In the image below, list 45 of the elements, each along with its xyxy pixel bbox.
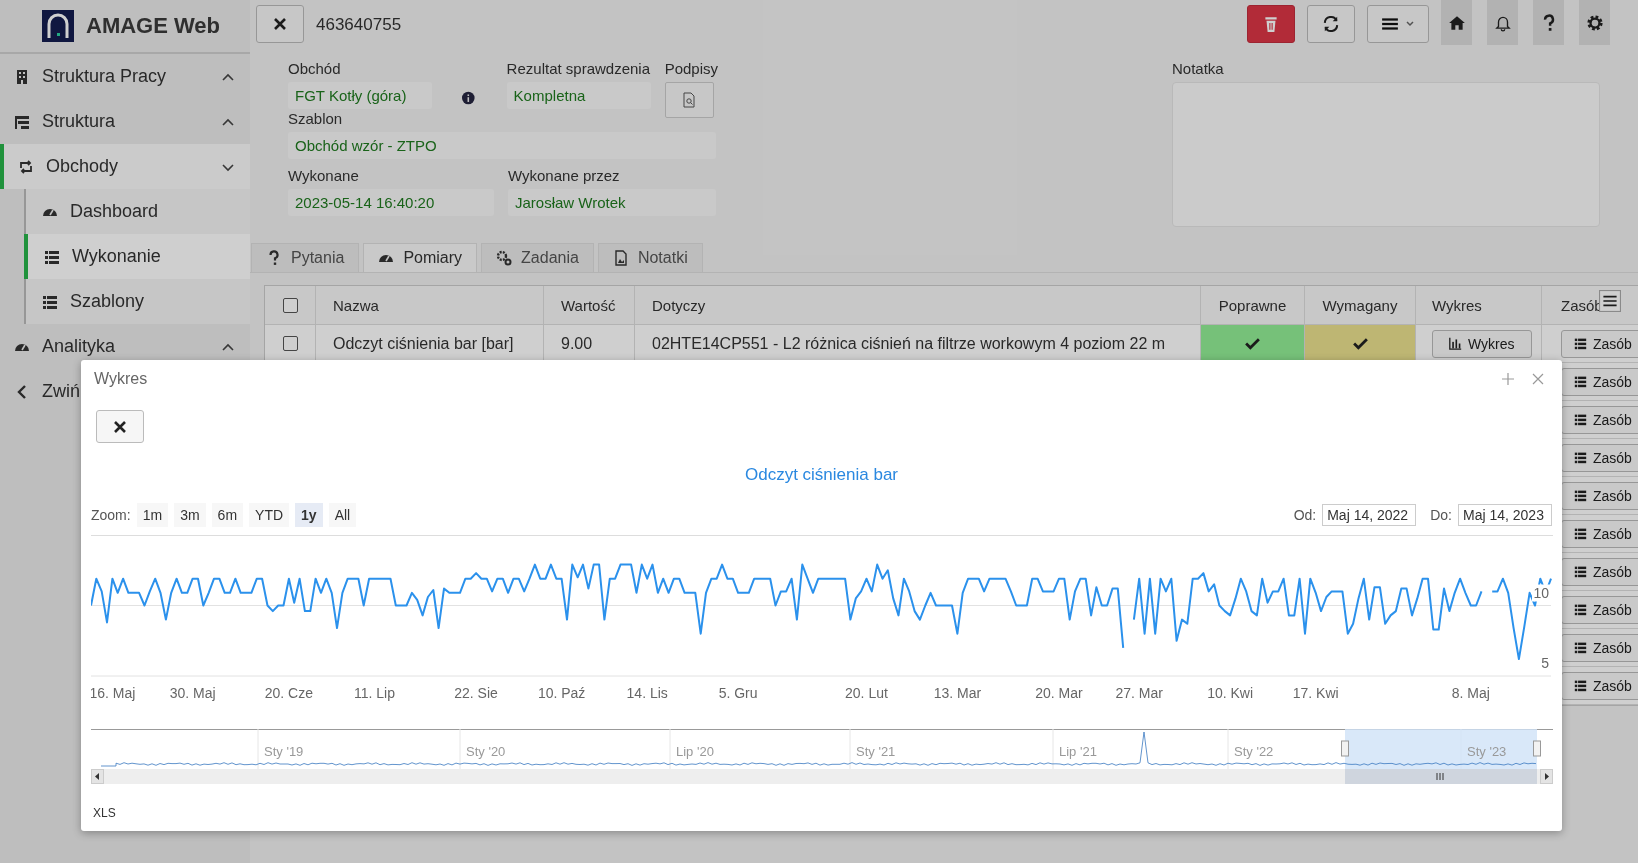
axis-label: Sty '21 [856,744,896,759]
field-label: Notatka [1172,60,1225,77]
axis-label: 10. Paź [537,685,586,701]
axis-label: Sty '22 [1234,744,1274,759]
field-label: Szablon [288,110,344,127]
table-cell: 9.00 [561,334,593,353]
axis-label: Lip '20 [676,744,714,759]
column-header: Dotyczy [635,286,1201,325]
from-label: Od: [1293,507,1317,523]
field-label: Podpisy [664,60,718,77]
axis-label: 17. Kwi [1292,685,1339,701]
table-cell: Odczyt ciśnienia bar [bar] [333,334,514,353]
axis-label: 10. Kwi [1207,685,1254,701]
axis-label: 8. Maj [1451,685,1490,701]
axis-label: 5 [1541,655,1549,671]
axis-label: 5. Gru [718,685,758,701]
field-label: Obchód [288,60,342,77]
dialog-title: Wykres [94,370,149,388]
axis-label: Sty '23 [1467,744,1507,759]
chart-title: Odczyt ciśnienia bar [743,465,900,485]
axis-label: 16. Maj [91,685,136,701]
axis-label: 20. Cze [264,685,313,701]
axis-label: 20. Lut [845,685,888,701]
axis-label: Sty '19 [264,744,304,759]
axis-label: 30. Maj [169,685,216,701]
axis-label: 13. Mar [933,685,982,701]
axis-label: Lip '21 [1059,744,1097,759]
axis-label: 27. Mar [1115,685,1163,701]
column-header: Wartość [544,286,635,325]
field-label: Wykonane przez [508,167,621,184]
axis-label: 11. Lip [353,685,395,701]
field-label: Wykonane [288,167,360,184]
to-label: Do: [1430,507,1452,523]
zoom-label: Zoom: [91,507,131,523]
record-id: 463640755 [316,15,402,35]
table-cell: 02HTE14CP551 - L2 różnica ciśnień na filtrze workowym 4 poziom 22 m [652,334,1166,353]
axis-label: 10 [1533,584,1549,601]
app-name: AMAGE Web [86,13,221,39]
axis-label: 22. Sie [454,685,498,701]
column-header: Wykres [1416,286,1542,325]
axis-label: 14. Lis [626,685,668,701]
field-label: Rezultat sprawdzenia [506,60,651,77]
axis-label: 20. Mar [1035,685,1083,701]
axis-label: Sty '20 [466,744,506,759]
column-header: Nazwa [316,286,544,325]
